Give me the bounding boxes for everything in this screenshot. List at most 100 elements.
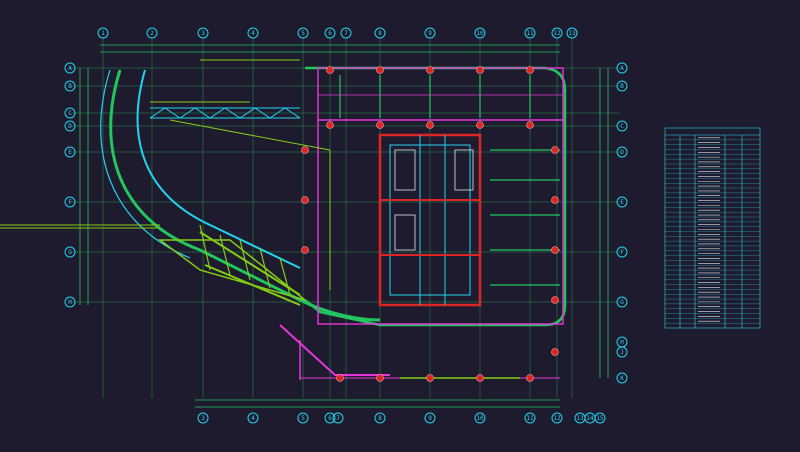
column-marker-icon	[301, 196, 309, 204]
axis-bubble-bottom: 5	[297, 412, 309, 424]
axis-bubble-bottom: 4	[247, 412, 259, 424]
axis-bubble-label: J	[620, 349, 624, 356]
column-marker-icon	[476, 121, 484, 129]
axis-bubble-bottom: 13	[574, 412, 586, 424]
partitions	[339, 75, 560, 286]
axis-bubble-label: H	[68, 299, 72, 306]
axis-bubble-right: H	[616, 336, 628, 348]
axis-bubble-label: 15	[596, 415, 604, 422]
axis-bubble-label: 7	[336, 415, 340, 422]
axis-bubble-label: 5	[301, 30, 305, 37]
axis-bubble-label: 13	[576, 415, 584, 422]
axis-bubble-label: 8	[378, 415, 382, 422]
axis-bubble-label: 13	[568, 30, 576, 37]
column-marker-icon	[376, 66, 384, 74]
axis-bubble-bottom: 3	[197, 412, 209, 424]
axis-bubble-right: K	[616, 372, 628, 384]
column-marker-icon	[426, 121, 434, 129]
axis-bubble-top: 12	[551, 27, 563, 39]
axis-bubble-label: 3	[201, 30, 205, 37]
axis-bubble-label: B	[68, 83, 72, 90]
axis-bubble-label: 10	[476, 415, 484, 422]
column-marker-icon	[526, 121, 534, 129]
axis-bubble-label: 7	[344, 30, 348, 37]
axis-bubble-top: 9	[424, 27, 436, 39]
axis-grid	[70, 38, 620, 398]
axis-bubble-bottom: 12	[551, 412, 563, 424]
column-marker-icon	[526, 66, 534, 74]
column-marker-icon	[301, 146, 309, 154]
axis-bubble-label: B	[620, 83, 624, 90]
column-marker-icon	[326, 121, 334, 129]
axis-bubble-label: 4	[251, 415, 255, 422]
axis-bubble-label: 9	[428, 415, 432, 422]
axis-bubble-label: 10	[476, 30, 484, 37]
axis-bubble-label: 6	[328, 30, 332, 37]
column-marker-icon	[476, 66, 484, 74]
column-marker-icon	[301, 246, 309, 254]
axis-bubble-bottom: 11	[524, 412, 536, 424]
axis-bubble-bottom: 9	[424, 412, 436, 424]
axis-bubble-top: 6	[324, 27, 336, 39]
column-marker-icon	[476, 374, 484, 382]
axis-bubble-top: 8	[374, 27, 386, 39]
column-marker-icon	[376, 121, 384, 129]
axis-bubble-label: 11	[526, 30, 534, 37]
axis-bubble-label: 12	[553, 415, 561, 422]
axis-bubble-top: 5	[297, 27, 309, 39]
column-marker-icon	[526, 374, 534, 382]
axis-bubble-right: J	[616, 346, 628, 358]
floor-plan-drawing: 1 2 3 4 5 6 7 8 9 10 11 12 133 4 5 6 7 8 9 10 11 12 13 14 15ABCD…	[0, 27, 761, 424]
axis-bubble-label: 12	[553, 30, 561, 37]
column-marker-icon	[326, 66, 334, 74]
main-building	[304, 66, 567, 327]
axis-bubble-label: 4	[251, 30, 255, 37]
dimension-lines	[79, 44, 609, 408]
axis-bubble-label: 6	[328, 415, 332, 422]
axis-bubble-label: 3	[201, 415, 205, 422]
axis-bubble-label: D	[68, 123, 72, 130]
axis-bubble-label: G	[68, 249, 72, 256]
column-marker-icon	[376, 374, 384, 382]
column-marker-icon	[551, 146, 559, 154]
axis-bubble-top: 1	[97, 27, 109, 39]
axis-bubble-label: G	[620, 299, 624, 306]
axis-bubble-top: 11	[524, 27, 536, 39]
axis-bubble-bottom: 15	[594, 412, 606, 424]
axis-bubble-label: H	[620, 339, 624, 346]
axis-bubble-label: 14	[586, 415, 594, 422]
axis-bubble-top: 4	[247, 27, 259, 39]
column-marker-icon	[426, 66, 434, 74]
axis-bubble-label: E	[620, 199, 624, 206]
axis-bubble-label: 1	[101, 30, 105, 37]
column-marker-icon	[426, 374, 434, 382]
column-marker-icon	[336, 374, 344, 382]
axis-bubble-label: C	[620, 123, 624, 130]
axis-bubble-top: 7	[340, 27, 352, 39]
axis-bubble-label: D	[620, 149, 624, 156]
axis-bubble-top: 10	[474, 27, 486, 39]
axis-bubble-label: 8	[378, 30, 382, 37]
axis-bubble-label: 9	[428, 30, 432, 37]
axis-bubble-label: 11	[526, 415, 534, 422]
annotation-leaders	[0, 59, 331, 290]
column-marker-icon	[551, 296, 559, 304]
axis-bubble-label: F	[68, 199, 72, 206]
axis-bubble-label: A	[68, 65, 72, 72]
column-marker-icon	[551, 348, 559, 356]
axis-bubble-bottom: 8	[374, 412, 386, 424]
axis-bubble-label: 2	[150, 30, 154, 37]
column-marker-icon	[551, 246, 559, 254]
axis-bubble-label: K	[620, 375, 624, 382]
column-marker-icon	[551, 196, 559, 204]
axis-bubble-label: E	[68, 149, 72, 156]
axis-bubble-bottom: 10	[474, 412, 486, 424]
axis-bubble-top: 3	[197, 27, 209, 39]
axis-bubble-label: C	[68, 110, 72, 117]
schedule-table	[664, 127, 761, 329]
lower-ramp	[279, 324, 560, 380]
axis-bubble-label: A	[620, 65, 624, 72]
axis-bubble-label: F	[620, 249, 624, 256]
axis-bubble-bottom: 14	[584, 412, 596, 424]
cad-drawing-canvas[interactable]: 1 2 3 4 5 6 7 8 9 10 11 12 13 3 4 5 6 7 8 9 10 11 12 13 14 15 A B C D…	[0, 0, 800, 452]
